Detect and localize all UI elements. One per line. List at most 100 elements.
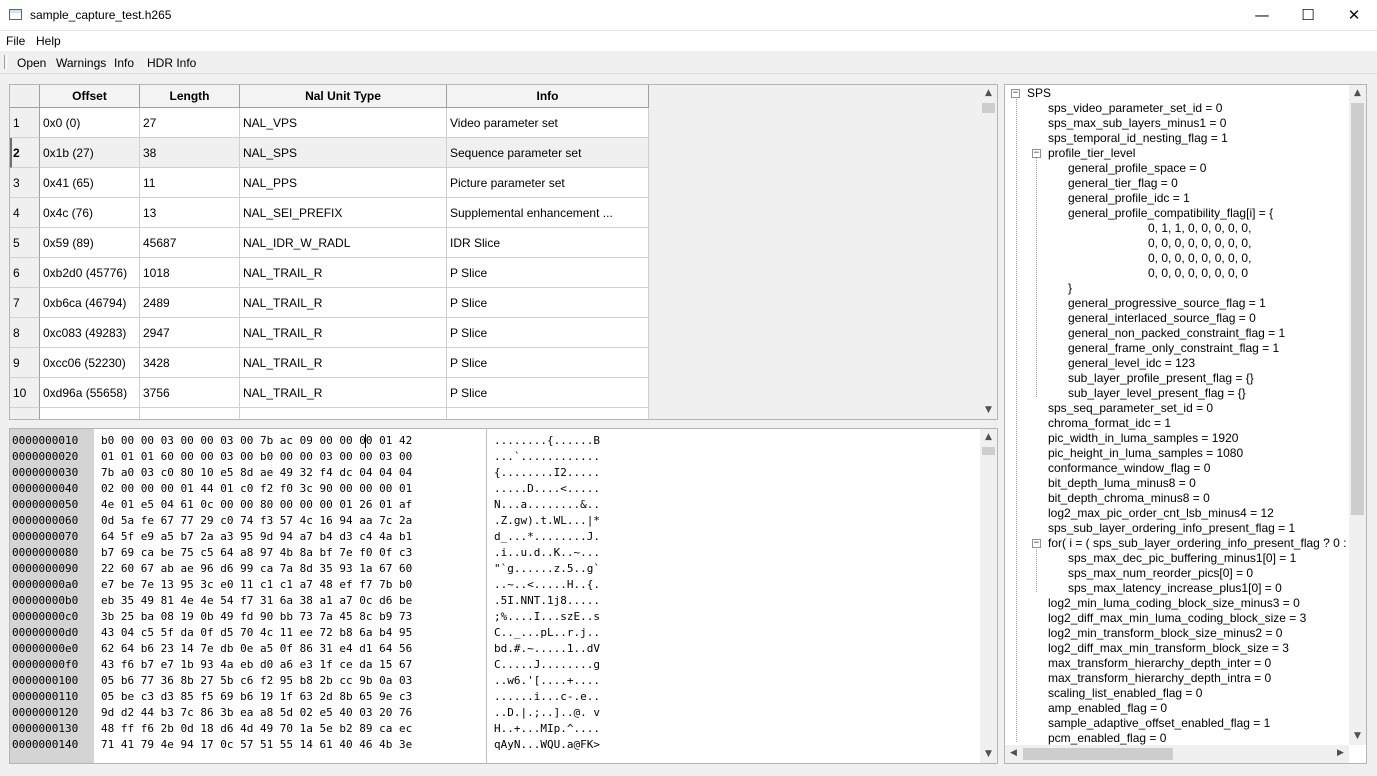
tree-field[interactable]: log2_diff_max_min_luma_coding_block_size…: [1048, 611, 1306, 626]
tree-field[interactable]: general_profile_compatibility_flag[i] = …: [1068, 206, 1273, 221]
tree-field[interactable]: log2_max_pic_order_cnt_lsb_minus4 = 12: [1048, 506, 1274, 521]
cell-length[interactable]: 11: [140, 168, 240, 198]
row-number[interactable]: 1: [10, 108, 40, 138]
tree-field[interactable]: log2_min_luma_coding_block_size_minus3 =…: [1048, 596, 1300, 611]
cell-offset[interactable]: 0x0 (0): [40, 108, 140, 138]
cell-nal-type[interactable]: NAL_TRAIL_R: [240, 348, 447, 378]
scroll-thumb[interactable]: [1023, 748, 1173, 760]
cell-offset[interactable]: 0xb2d0 (45776): [40, 258, 140, 288]
cell-length[interactable]: 3428: [140, 348, 240, 378]
tree-field[interactable]: sps_max_latency_increase_plus1[0] = 0: [1068, 581, 1282, 596]
sps-tree-view[interactable]: − SPS sps_video_parameter_set_id = 0 sps_ma…: [1004, 84, 1367, 764]
cell-offset[interactable]: 0xcc06 (52230): [40, 348, 140, 378]
cell-offset[interactable]: 0xd96a (55658): [40, 378, 140, 408]
cell-offset[interactable]: 0x41 (65): [40, 168, 140, 198]
scroll-down-icon[interactable]: ▼: [1349, 728, 1366, 745]
tree-field[interactable]: general_interlaced_source_flag = 0: [1068, 311, 1256, 326]
tree-field[interactable]: sub_layer_level_present_flag = {}: [1068, 386, 1246, 401]
cell-info[interactable]: P Slice: [447, 348, 649, 378]
table-row[interactable]: 9 0xcc06 (52230) 3428 NAL_TRAIL_R P Slice: [10, 348, 650, 378]
tree-field[interactable]: general_level_idc = 123: [1068, 356, 1195, 371]
cell-info[interactable]: P Slice: [447, 378, 649, 408]
table-row[interactable]: 5 0x59 (89) 45687 NAL_IDR_W_RADL IDR Slice: [10, 228, 650, 258]
info-button[interactable]: Info: [114, 56, 134, 70]
scroll-thumb[interactable]: [982, 103, 995, 113]
tree-field[interactable]: sample_adaptive_offset_enabled_flag = 1: [1048, 716, 1270, 731]
cell-nal-type[interactable]: NAL_SPS: [240, 138, 447, 168]
cell-offset[interactable]: 0x4c (76): [40, 198, 140, 228]
tree-vertical-scrollbar[interactable]: ▲ ▼: [1349, 85, 1366, 745]
collapse-icon[interactable]: −: [1032, 149, 1041, 158]
table-row[interactable]: 4 0x4c (76) 13 NAL_SEI_PREFIX Supplemental e…: [10, 198, 650, 228]
tree-field[interactable]: sps_temporal_id_nesting_flag = 1: [1048, 131, 1228, 146]
tree-field[interactable]: sps_video_parameter_set_id = 0: [1048, 101, 1222, 116]
tree-field[interactable]: general_non_packed_constraint_flag = 1: [1068, 326, 1285, 341]
cell-length[interactable]: 45687: [140, 228, 240, 258]
cell-length[interactable]: 1018: [140, 258, 240, 288]
row-number[interactable]: 4: [10, 198, 40, 228]
cell-info[interactable]: IDR Slice: [447, 228, 649, 258]
menu-help[interactable]: Help: [36, 34, 61, 48]
cell-nal-type[interactable]: NAL_TRAIL_R: [240, 258, 447, 288]
row-number[interactable]: 9: [10, 348, 40, 378]
table-row[interactable]: 2 0x1b (27) 38 NAL_SPS Sequence parameter se…: [10, 138, 650, 168]
table-row[interactable]: 8 0xc083 (49283) 2947 NAL_TRAIL_R P Slice: [10, 318, 650, 348]
tree-field[interactable]: general_progressive_source_flag = 1: [1068, 296, 1266, 311]
scroll-up-icon[interactable]: ▲: [980, 85, 997, 102]
collapse-icon[interactable]: −: [1032, 539, 1041, 548]
cell-offset[interactable]: 0xc083 (49283): [40, 318, 140, 348]
tree-field[interactable]: sps_max_sub_layers_minus1 = 0: [1048, 116, 1226, 131]
cell-length[interactable]: 27: [140, 108, 240, 138]
scroll-right-icon[interactable]: ▶: [1332, 745, 1349, 762]
tree-field[interactable]: log2_min_transform_block_size_minus2 = 0: [1048, 626, 1282, 641]
open-button[interactable]: Open: [17, 56, 46, 70]
cell-nal-type[interactable]: NAL_TRAIL_R: [240, 288, 447, 318]
cell-length[interactable]: 38: [140, 138, 240, 168]
tree-field[interactable]: general_tier_flag = 0: [1068, 176, 1178, 191]
table-scrollbar[interactable]: ▲ ▼: [980, 85, 997, 419]
row-number[interactable]: 10: [10, 378, 40, 408]
cell-nal-type[interactable]: NAL_TRAIL_R: [240, 378, 447, 408]
tree-field[interactable]: chroma_format_idc = 1: [1048, 416, 1171, 431]
row-number[interactable]: 5: [10, 228, 40, 258]
cell-length[interactable]: 2947: [140, 318, 240, 348]
table-corner[interactable]: [10, 85, 40, 108]
cell-info[interactable]: Picture parameter set: [447, 168, 649, 198]
hdr-info-button[interactable]: HDR Info: [147, 56, 196, 70]
tree-field[interactable]: pcm_enabled_flag = 0: [1048, 731, 1166, 745]
tree-node[interactable]: SPS: [1027, 86, 1051, 101]
tree-field[interactable]: general_frame_only_constraint_flag = 1: [1068, 341, 1279, 356]
cell-info[interactable]: Sequence parameter set: [447, 138, 649, 168]
column-header-offset[interactable]: Offset: [40, 85, 140, 108]
collapse-icon[interactable]: −: [1011, 89, 1020, 98]
tree-field[interactable]: pic_width_in_luma_samples = 1920: [1048, 431, 1238, 446]
cell-nal-type[interactable]: NAL_TRAIL_R: [240, 318, 447, 348]
scroll-left-icon[interactable]: ◀: [1005, 745, 1022, 762]
tree-field[interactable]: scaling_list_enabled_flag = 0: [1048, 686, 1202, 701]
cell-info[interactable]: P Slice: [447, 288, 649, 318]
tree-node[interactable]: for( i = ( sps_sub_layer_ordering_info_p…: [1048, 536, 1349, 551]
hex-view[interactable]: 0000000010 b0 00 00 03 00 00 03 00 7b ac …: [9, 428, 998, 764]
table-row[interactable]: 3 0x41 (65) 11 NAL_PPS Picture parameter set: [10, 168, 650, 198]
toolbar-grip[interactable]: [4, 55, 7, 69]
tree-field[interactable]: pic_height_in_luma_samples = 1080: [1048, 446, 1243, 461]
tree-field[interactable]: 0, 1, 1, 0, 0, 0, 0, 0,: [1148, 221, 1251, 236]
close-button[interactable]: ✕: [1331, 0, 1377, 31]
scroll-thumb[interactable]: [1351, 103, 1364, 515]
minimize-button[interactable]: —: [1239, 0, 1285, 31]
table-row[interactable]: 1 0x0 (0) 27 NAL_VPS Video parameter set: [10, 108, 650, 138]
tree-horizontal-scrollbar[interactable]: ◀ ▶: [1005, 745, 1349, 763]
tree-field[interactable]: 0, 0, 0, 0, 0, 0, 0, 0,: [1148, 251, 1251, 266]
tree-field[interactable]: amp_enabled_flag = 0: [1048, 701, 1167, 716]
cell-offset[interactable]: 0x1b (27): [40, 138, 140, 168]
hex-scrollbar[interactable]: ▲ ▼: [980, 429, 997, 763]
tree-field[interactable]: max_transform_hierarchy_depth_inter = 0: [1048, 656, 1271, 671]
cell-info[interactable]: P Slice: [447, 258, 649, 288]
table-row[interactable]: 6 0xb2d0 (45776) 1018 NAL_TRAIL_R P Slice: [10, 258, 650, 288]
cell-offset[interactable]: 0x59 (89): [40, 228, 140, 258]
cell-nal-type[interactable]: NAL_SEI_PREFIX: [240, 198, 447, 228]
row-number[interactable]: 2: [10, 138, 40, 168]
menu-file[interactable]: File: [6, 34, 25, 48]
cell-info[interactable]: Video parameter set: [447, 108, 649, 138]
cell-info[interactable]: Supplemental enhancement ...: [447, 198, 649, 228]
